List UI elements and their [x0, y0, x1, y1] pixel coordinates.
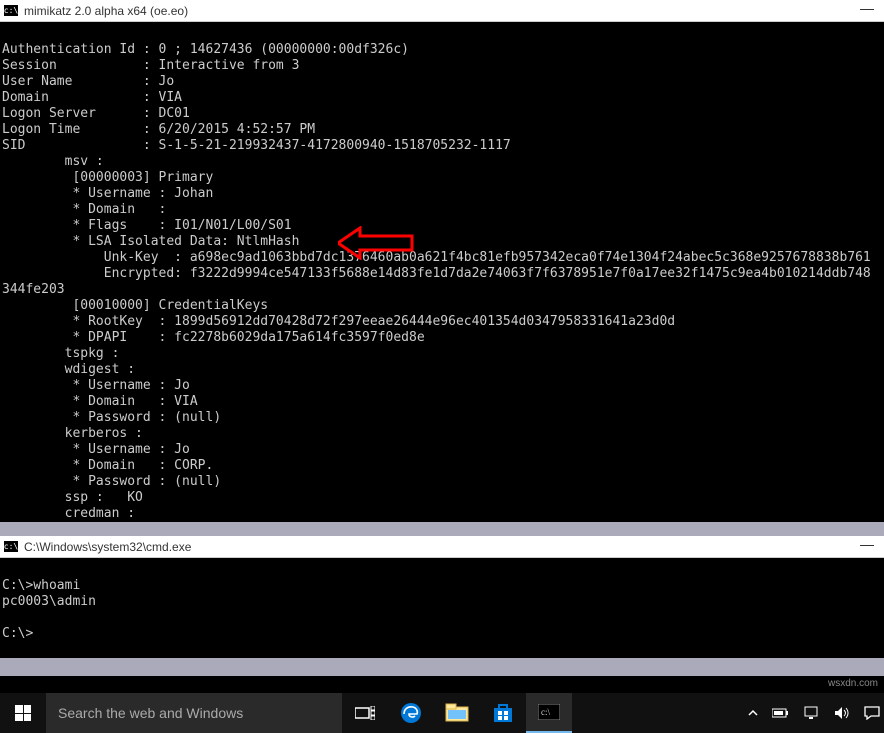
window1-titlebar[interactable]: c:\ mimikatz 2.0 alpha x64 (oe.eo): [0, 0, 884, 22]
cmd-icon: c:\: [4, 541, 18, 552]
task-view-icon: [355, 706, 375, 720]
window2-title: C:\Windows\system32\cmd.exe: [24, 540, 191, 554]
store-button[interactable]: [480, 693, 526, 733]
window2-terminal[interactable]: C:\>whoami pc0003\admin C:\>: [0, 558, 884, 658]
watermark: wsxdn.com: [828, 678, 878, 689]
task-view-button[interactable]: [342, 693, 388, 733]
minimize-icon[interactable]: [860, 8, 874, 10]
minimize-icon[interactable]: [860, 544, 874, 546]
cmd-icon: c:\: [4, 5, 18, 16]
windows-logo-icon: [15, 705, 31, 721]
file-explorer-button[interactable]: [434, 693, 480, 733]
search-placeholder: Search the web and Windows: [58, 705, 243, 721]
action-center-icon[interactable]: [864, 706, 880, 720]
battery-icon[interactable]: [772, 708, 790, 718]
edge-icon: [399, 701, 423, 725]
search-input[interactable]: Search the web and Windows: [46, 693, 342, 733]
cmd-taskbar-button[interactable]: c:\: [526, 693, 572, 733]
edge-button[interactable]: [388, 693, 434, 733]
window1-title: mimikatz 2.0 alpha x64 (oe.eo): [24, 4, 188, 18]
volume-icon[interactable]: [834, 706, 850, 720]
start-button[interactable]: [0, 693, 46, 733]
window2-titlebar[interactable]: c:\ C:\Windows\system32\cmd.exe: [0, 536, 884, 558]
window1-terminal[interactable]: Authentication Id : 0 ; 14627436 (000000…: [0, 22, 884, 522]
svg-text:c:\: c:\: [541, 707, 550, 717]
tray-overflow-icon[interactable]: [748, 708, 758, 718]
annotation-arrow-icon: [338, 226, 416, 260]
store-icon: [492, 702, 514, 724]
desktop-gap: [0, 658, 884, 676]
taskbar: Search the web and Windows: [0, 693, 884, 733]
cmd-taskbar-icon: c:\: [538, 704, 560, 720]
network-icon[interactable]: [804, 706, 820, 720]
desktop-gap: [0, 522, 884, 536]
folder-icon: [445, 703, 469, 723]
system-tray: [748, 693, 884, 733]
